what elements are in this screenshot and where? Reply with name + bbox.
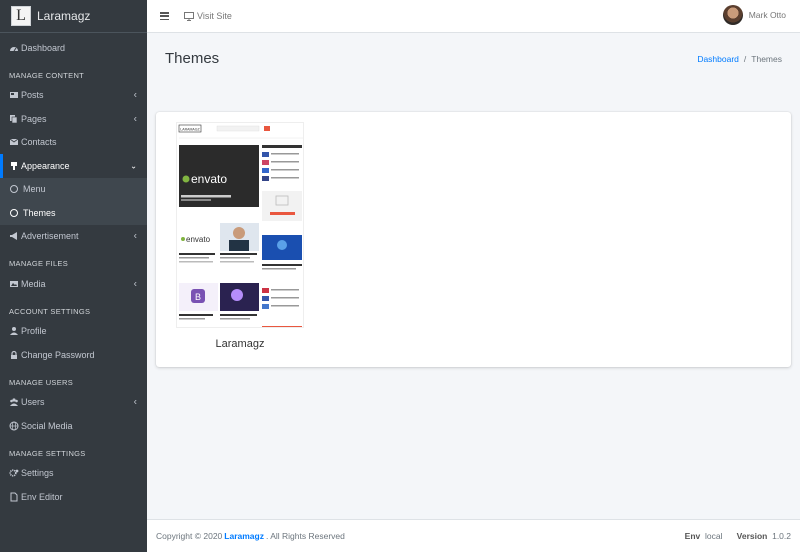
circle-icon (10, 185, 18, 194)
themes-card: LARAMAGZ envato envato B Laramagz (156, 112, 791, 367)
sidebar-item-advertisement[interactable]: Advertisement ‹ (0, 225, 147, 249)
section-header-account: ACCOUNT SETTINGS (9, 306, 91, 316)
sidebar-item-label: Menu (23, 184, 46, 195)
sidebar-item-posts[interactable]: Posts ‹ (0, 84, 147, 108)
user-menu[interactable]: Mark Otto (722, 5, 786, 25)
sidebar-item-label: Media (21, 278, 46, 289)
photo-video-icon (9, 279, 19, 289)
sidebar-item-change-password[interactable]: Change Password (0, 343, 147, 367)
theme-screenshot: LARAMAGZ envato envato B (177, 123, 303, 327)
sidebar-item-settings[interactable]: Settings (0, 462, 147, 486)
theme-name: Laramagz (215, 338, 265, 350)
copyright-suffix: . All Rights Reserved (265, 531, 345, 541)
breadcrumb-separator: / (743, 54, 747, 64)
sidebar-item-label: Advertisement (21, 231, 79, 242)
version-value: 1.0.2 (772, 531, 791, 541)
envelope-icon (9, 137, 19, 147)
file-icon (9, 492, 19, 502)
cogs-icon (9, 468, 19, 478)
sidebar-item-pages[interactable]: Pages ‹ (0, 107, 147, 131)
theme-preview-image[interactable]: LARAMAGZ envato envato B (176, 122, 304, 328)
chevron-down-icon: ⌄ (130, 161, 137, 171)
desktop-icon (184, 11, 194, 21)
brand-logo: L (11, 6, 31, 26)
chevron-left-icon: ‹ (133, 113, 137, 125)
version-label: Version (736, 531, 768, 541)
preview-hero-brand: envato (191, 172, 227, 186)
theme-item[interactable]: LARAMAGZ envato envato B Laramagz (176, 122, 304, 350)
sidebar-item-label: Settings (21, 468, 54, 479)
preview-card-brand: envato (186, 235, 211, 244)
preview-card-letter: B (195, 292, 201, 302)
sidebar-item-label: Appearance (21, 160, 70, 171)
preview-logo: LARAMAGZ (180, 128, 200, 132)
top-navbar: Visit Site Mark Otto (147, 0, 800, 33)
sidebar-item-env-editor[interactable]: Env Editor (0, 485, 147, 509)
breadcrumb-current: Themes (751, 54, 782, 64)
env-label: Env (684, 531, 701, 541)
footer: Copyright © 2020 Laramagz . All Rights R… (147, 519, 800, 552)
section-header-settings: MANAGE SETTINGS (9, 448, 86, 458)
sidebar-nav: Dashboard MANAGE CONTENT Posts ‹ Pages ‹… (0, 36, 147, 509)
sidebar-item-label: Social Media (21, 420, 73, 431)
env-value: local (704, 531, 723, 541)
sidebar-item-label: Posts (21, 90, 44, 101)
chevron-left-icon: ‹ (133, 396, 137, 408)
circle-icon (10, 208, 18, 217)
copyright-prefix: Copyright © 2020 (156, 531, 223, 541)
dashboard-icon (9, 43, 19, 53)
chevron-left-icon: ‹ (133, 230, 137, 242)
chevron-left-icon: ‹ (133, 89, 137, 101)
sidebar-item-contacts[interactable]: Contacts (0, 131, 147, 155)
visit-site-link[interactable]: Visit Site (184, 11, 232, 21)
sidebar-item-profile[interactable]: Profile (0, 320, 147, 344)
sidebar-item-social-media[interactable]: Social Media (0, 414, 147, 438)
avatar (722, 5, 743, 25)
user-name: Mark Otto (748, 10, 786, 20)
section-header-content: MANAGE CONTENT (9, 70, 85, 80)
lock-icon (9, 350, 19, 360)
brand-link[interactable]: L Laramagz (0, 0, 147, 33)
hamburger-menu-icon[interactable] (160, 12, 169, 20)
copy-icon (9, 114, 19, 124)
section-header-files: MANAGE FILES (9, 259, 69, 268)
sidebar-item-menu[interactable]: Menu (0, 178, 147, 202)
sidebar-item-dashboard[interactable]: Dashboard (0, 36, 147, 60)
visit-site-label: Visit Site (197, 11, 232, 21)
globe-icon (9, 421, 19, 431)
section-header-users: MANAGE USERS (9, 377, 74, 387)
appearance-submenu: Menu Themes (0, 177, 147, 225)
sidebar-item-label: Pages (21, 113, 47, 124)
sidebar-item-media[interactable]: Media ‹ (0, 272, 147, 296)
sidebar-item-appearance[interactable]: Appearance ⌄ (0, 154, 147, 178)
sidebar-item-label: Contacts (21, 137, 57, 148)
user-icon (9, 326, 19, 336)
sidebar: L Laramagz Dashboard MANAGE CONTENT Post… (0, 0, 147, 552)
content-header: Themes Dashboard / Themes (165, 50, 791, 67)
sidebar-item-users[interactable]: Users ‹ (0, 391, 147, 415)
breadcrumb: Dashboard / Themes (697, 54, 782, 64)
sidebar-item-themes[interactable]: Themes (0, 201, 147, 225)
sidebar-item-label: Themes (23, 207, 56, 218)
footer-meta: Env local Version 1.0.2 (685, 531, 791, 541)
sidebar-item-label: Env Editor (21, 491, 63, 502)
sidebar-item-label: Profile (21, 326, 47, 337)
sidebar-item-label: Change Password (21, 349, 95, 360)
breadcrumb-home-link[interactable]: Dashboard (697, 54, 739, 64)
users-icon (9, 397, 19, 407)
paint-brush-icon (9, 161, 19, 171)
brand-name: Laramagz (37, 9, 91, 23)
footer-brand-link[interactable]: Laramagz (224, 531, 264, 541)
bullhorn-icon (9, 231, 19, 241)
newspaper-icon (9, 90, 19, 100)
sidebar-item-label: Dashboard (21, 42, 66, 53)
sidebar-item-label: Users (21, 397, 45, 408)
chevron-left-icon: ‹ (133, 278, 137, 290)
